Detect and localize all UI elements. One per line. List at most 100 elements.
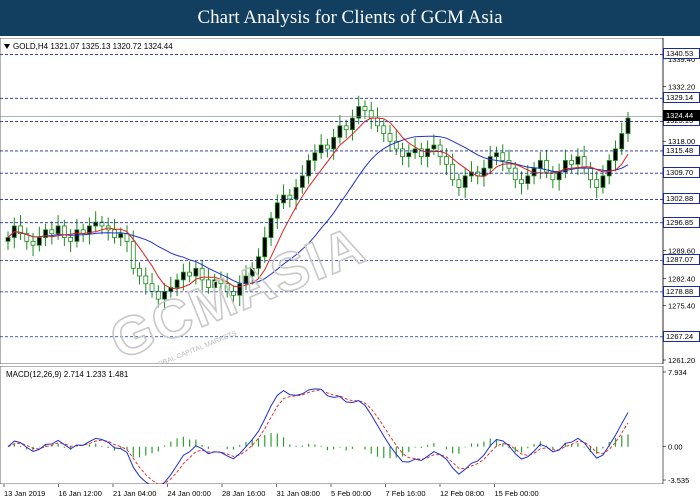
- candle-bear: [400, 148, 405, 158]
- macd-tick-label: 0.00: [668, 443, 683, 452]
- price-level-tag: 1309.70: [663, 167, 700, 179]
- candle-bull: [425, 148, 430, 158]
- symbol-info: GOLD,H4 1321.07 1325.13 1320.72 1324.44: [4, 42, 173, 51]
- candle-bull: [274, 202, 280, 219]
- candle-bear: [30, 240, 36, 246]
- candle-bear: [387, 133, 393, 142]
- candle-bear: [569, 160, 575, 165]
- collapse-triangle-icon[interactable]: [4, 44, 10, 49]
- candle-bear: [324, 144, 330, 150]
- price-level-tag: 1329.14: [663, 92, 700, 104]
- candle-bear: [375, 117, 380, 127]
- price-tick-label: 1261.20: [668, 356, 695, 364]
- candle-bear: [343, 125, 349, 131]
- price-level-tag: 1278.88: [663, 285, 700, 297]
- price-level-tag: 1267.24: [663, 330, 700, 342]
- time-axis-svg: 13 Jan 2019 16 Jan 12:00 21 Jan 04:00 24 Ja…: [3, 484, 539, 498]
- candle-bear: [450, 163, 456, 181]
- candle-bull: [118, 233, 124, 238]
- candle-bear: [187, 271, 193, 277]
- candle-bear: [124, 233, 130, 242]
- candle-bear: [49, 229, 55, 235]
- price-tick-label: 1282.40: [668, 274, 695, 283]
- time-tick-label: 24 Jan 00:00: [168, 489, 211, 498]
- price-tick-label: 1275.40: [668, 301, 695, 310]
- time-tick-label: 12 Feb 08:00: [440, 489, 484, 498]
- candle-bull: [462, 175, 468, 188]
- candle-bull: [331, 136, 337, 150]
- time-tick-label: 7 Feb 16:00: [386, 489, 426, 498]
- time-tick-label: 15 Feb 00:00: [495, 489, 539, 498]
- candle-bull: [575, 156, 581, 165]
- candle-bull: [525, 175, 531, 184]
- price-level-tag: 1302.88: [663, 193, 700, 205]
- candle-bull: [481, 167, 487, 177]
- candle-bull: [293, 187, 299, 200]
- time-tick-label: 28 Jan 16:00: [222, 489, 265, 498]
- trading-terminal: 1339.401332.201318.001289.601282.401275.…: [0, 36, 700, 500]
- macd-frame: [0, 366, 664, 484]
- price-chart-svg: 1339.401332.201318.001289.601282.401275.…: [0, 38, 695, 364]
- candle-bull: [350, 117, 355, 131]
- macd-chart-svg: 7.934 0.00 -3.535: [0, 366, 689, 484]
- candle-bull: [625, 117, 631, 134]
- candle-bull: [318, 144, 324, 154]
- candle-bull: [5, 237, 11, 242]
- plot-frame: [0, 38, 664, 364]
- candle-bull: [312, 152, 318, 161]
- candle-bear: [112, 229, 117, 238]
- candle-bull: [406, 152, 412, 158]
- candle-bear: [368, 110, 374, 119]
- candle-bear: [500, 152, 506, 161]
- candle-bear: [519, 179, 524, 184]
- chart-banner: Chart Analysis for Clients of GCM Asia: [0, 0, 700, 36]
- candle-bull: [180, 271, 186, 281]
- macd-tick-label: -3.535: [668, 476, 689, 484]
- candle-bull: [299, 175, 305, 188]
- candle-bear: [362, 106, 368, 111]
- candle-bear: [61, 225, 67, 238]
- price-level-tag: 1296.85: [663, 216, 700, 228]
- symbol-ohlc-text: GOLD,H4 1321.07 1325.13 1320.72 1324.44: [13, 42, 173, 51]
- price-level-tag: 1315.48: [663, 144, 700, 156]
- price-level-tag: 1287.07: [663, 254, 700, 266]
- macd-info: MACD(12,26,9) 2.714 1.233 1.481: [6, 370, 129, 379]
- price-chart-pane[interactable]: 1339.401332.201318.001289.601282.401275.…: [0, 38, 700, 364]
- candle-bull: [281, 194, 286, 204]
- candle-bull: [36, 237, 42, 246]
- candle-bear: [149, 283, 155, 292]
- candle-bull: [268, 217, 274, 238]
- time-tick-label: 13 Jan 2019: [4, 489, 45, 498]
- candle-bear: [287, 194, 293, 200]
- time-tick-label: 5 Feb 00:00: [331, 489, 371, 498]
- candle-bull: [494, 152, 499, 158]
- candle-bull: [537, 160, 543, 169]
- candle-bear: [588, 167, 593, 181]
- candle-bear: [381, 125, 387, 134]
- price-level-tag: 1340.53: [663, 48, 700, 60]
- candle-bull: [74, 229, 80, 242]
- candle-bear: [143, 275, 149, 285]
- price-tick-label: 1332.20: [668, 83, 695, 92]
- macd-tick-label: 7.934: [668, 368, 687, 377]
- candle-bear: [443, 156, 449, 165]
- candle-bear: [456, 179, 462, 188]
- candle-bear: [512, 167, 518, 181]
- candle-bear: [137, 267, 142, 277]
- candle-bull: [55, 225, 61, 235]
- candle-bull: [431, 144, 437, 150]
- time-tick-label: 16 Jan 12:00: [59, 489, 102, 498]
- candle-bear: [68, 237, 74, 242]
- current-price-tag: 1324.44: [663, 110, 700, 122]
- candle-bear: [594, 179, 600, 188]
- candle-bull: [487, 156, 493, 169]
- candle-bull: [600, 175, 606, 188]
- banner-title: Chart Analysis for Clients of GCM Asia: [197, 7, 503, 28]
- time-tick-label: 31 Jan 08:00: [277, 489, 320, 498]
- time-tick-label: 21 Jan 04:00: [113, 489, 156, 498]
- candle-bull: [193, 267, 199, 277]
- candle-bull: [619, 133, 625, 150]
- time-axis: 13 Jan 2019 16 Jan 12:00 21 Jan 04:00 24 Ja…: [0, 484, 700, 500]
- candle-bear: [130, 240, 136, 269]
- macd-pane[interactable]: 7.934 0.00 -3.535 MACD(12,26,9) 2.714 1.23…: [0, 366, 700, 484]
